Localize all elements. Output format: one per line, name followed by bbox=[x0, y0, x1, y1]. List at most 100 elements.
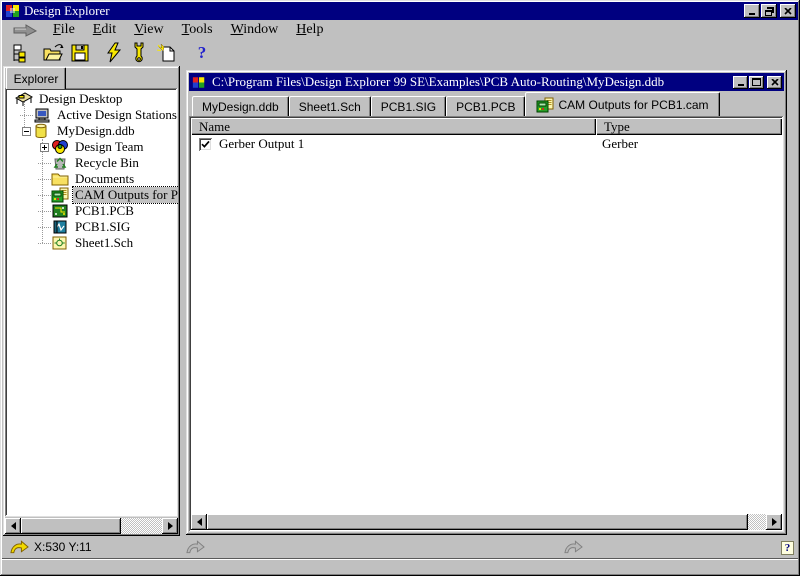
tree-hierarchy-icon bbox=[10, 43, 30, 63]
document-maximize-button[interactable] bbox=[749, 76, 764, 89]
row-name-label: Gerber Output 1 bbox=[219, 136, 304, 152]
document-tabs: MyDesign.ddb Sheet1.Sch PCB1.SIG PCB1.PCB CA… bbox=[189, 93, 784, 116]
toolbar-buttons: ? bbox=[2, 40, 798, 66]
design-desktop-icon bbox=[15, 91, 33, 107]
scroll-right-button[interactable] bbox=[766, 514, 782, 530]
tab-explorer[interactable]: Explorer bbox=[6, 67, 66, 89]
lightning-bolt-icon bbox=[104, 42, 124, 64]
tree-item-recycle-bin[interactable]: Recycle Bin bbox=[7, 155, 176, 171]
status-coordinates-panel: X:530 Y:11 bbox=[10, 540, 92, 554]
tree-item-label: PCB1.SIG bbox=[73, 219, 132, 235]
tree-item-pcb1-sig[interactable]: PCB1.SIG bbox=[7, 219, 176, 235]
explorer-panel-toggle-button[interactable] bbox=[8, 41, 32, 65]
document-minimize-button[interactable] bbox=[733, 76, 748, 89]
tab-label: PCB1.SIG bbox=[381, 100, 436, 114]
help-badge[interactable]: ? bbox=[781, 541, 794, 555]
scroll-thumb[interactable] bbox=[21, 518, 121, 534]
row-checkbox[interactable] bbox=[199, 138, 212, 151]
document-horizontal-scrollbar bbox=[191, 514, 782, 530]
document-title-bar: C:\Program Files\Design Explorer 99 SE\E… bbox=[189, 73, 784, 91]
restore-button[interactable] bbox=[761, 4, 777, 18]
menu-item-window[interactable]: Window bbox=[224, 22, 286, 38]
tree-item-documents[interactable]: Documents bbox=[7, 171, 176, 187]
pcb-document-icon bbox=[51, 203, 69, 219]
tree-connector bbox=[38, 203, 51, 219]
scroll-right-button[interactable] bbox=[162, 518, 178, 534]
document-tab-sheet1-sch[interactable]: Sheet1.Sch bbox=[289, 96, 371, 116]
tree-item-label: Recycle Bin bbox=[73, 155, 141, 171]
explorer-tree-box: Design DesktopActive Design StationsMyDe… bbox=[5, 88, 178, 517]
minimize-button[interactable] bbox=[744, 4, 760, 18]
tree-item-label: CAM Outputs for PC bbox=[73, 187, 178, 203]
toolbar: ? bbox=[2, 40, 798, 66]
row-name-cell: Gerber Output 1 bbox=[191, 136, 596, 152]
column-header-name[interactable]: Name bbox=[191, 118, 596, 135]
signal-document-icon bbox=[51, 219, 69, 235]
menu-item-view[interactable]: View bbox=[127, 22, 171, 38]
document-tab-pcb1-sig[interactable]: PCB1.SIG bbox=[371, 96, 446, 116]
tab-label: PCB1.PCB bbox=[456, 100, 515, 114]
menu-item-help[interactable]: Help bbox=[289, 22, 330, 38]
tree-connector bbox=[38, 155, 51, 171]
tree-item-sheet1-sch[interactable]: Sheet1.Sch bbox=[7, 235, 176, 251]
menu-item-edit[interactable]: Edit bbox=[86, 22, 123, 38]
floppy-disk-icon bbox=[70, 43, 90, 63]
tree-item-mydesign-ddb[interactable]: MyDesign.ddb bbox=[7, 123, 176, 139]
column-header-type-label: Type bbox=[604, 119, 630, 134]
document-tab-mydesign-ddb[interactable]: MyDesign.ddb bbox=[192, 96, 289, 116]
wrench-icon bbox=[132, 42, 148, 64]
tree-connector bbox=[38, 235, 51, 251]
help-button[interactable]: ? bbox=[190, 41, 214, 65]
column-header-type[interactable]: Type bbox=[596, 118, 782, 135]
schematic-document-icon bbox=[51, 235, 69, 251]
open-document-button[interactable] bbox=[42, 41, 66, 65]
scroll-left-button[interactable] bbox=[5, 518, 21, 534]
status-bar: X:530 Y:11 ? bbox=[2, 538, 798, 558]
document-content: Name Type Gerber Output 1 Gerber bbox=[189, 116, 784, 532]
bottom-strip bbox=[2, 558, 798, 574]
preferences-button[interactable] bbox=[128, 41, 152, 65]
explorer-horizontal-scrollbar bbox=[5, 518, 178, 534]
scroll-track[interactable] bbox=[121, 518, 162, 534]
tree-item-label: Design Desktop bbox=[37, 91, 124, 107]
table-row[interactable]: Gerber Output 1 Gerber bbox=[191, 135, 782, 153]
document-window: C:\Program Files\Design Explorer 99 SE\E… bbox=[186, 70, 787, 535]
scroll-thumb[interactable] bbox=[207, 514, 748, 530]
explorer-panel: Explorer Design DesktopActive Design Sta… bbox=[3, 66, 180, 536]
document-tab-pcb1-pcb[interactable]: PCB1.PCB bbox=[446, 96, 525, 116]
menu-item-file[interactable]: File bbox=[46, 22, 82, 38]
open-folder-icon bbox=[43, 43, 65, 63]
new-document-icon bbox=[156, 43, 176, 63]
menu-item-tools[interactable]: Tools bbox=[175, 22, 220, 38]
tree-item-design-team[interactable]: Design Team bbox=[7, 139, 176, 155]
row-type-cell: Gerber bbox=[596, 136, 782, 152]
tree-item-design-desktop[interactable]: Design Desktop bbox=[7, 91, 176, 107]
menu-bar-items: FileEditViewToolsWindowHelp bbox=[46, 22, 334, 38]
curved-arrow-icon bbox=[564, 540, 583, 554]
scroll-left-button[interactable] bbox=[191, 514, 207, 530]
menu-grip-arrow-icon[interactable] bbox=[12, 23, 38, 37]
design-explorer-window: { "colors": { "titlebar_bg": "#000080", … bbox=[0, 0, 800, 576]
tree-connector bbox=[20, 107, 33, 123]
tree-item-cam-outputs-for-pc[interactable]: CAM Outputs for PC bbox=[7, 187, 176, 203]
tree-item-active-design-stations[interactable]: Active Design Stations bbox=[7, 107, 176, 123]
close-button[interactable] bbox=[780, 4, 796, 18]
document-tab-cam-outputs-for-pcb1-cam[interactable]: CAM Outputs for PCB1.cam bbox=[525, 92, 719, 116]
tree-connector bbox=[38, 171, 51, 187]
document-close-button[interactable] bbox=[767, 76, 782, 89]
cam-outputs-icon bbox=[536, 97, 553, 112]
title-bar: Design Explorer bbox=[2, 2, 798, 20]
collapse-toggle-icon[interactable] bbox=[20, 123, 33, 139]
expand-toggle-icon[interactable] bbox=[38, 139, 51, 155]
scroll-track[interactable] bbox=[748, 514, 766, 530]
tree-connector bbox=[38, 187, 51, 203]
table-header: Name Type bbox=[191, 118, 782, 135]
curved-arrow-icon bbox=[186, 540, 205, 554]
tree-item-pcb1-pcb[interactable]: PCB1.PCB bbox=[7, 203, 176, 219]
tree-item-label: MyDesign.ddb bbox=[55, 123, 137, 139]
new-document-button[interactable] bbox=[154, 41, 178, 65]
run-button[interactable] bbox=[102, 41, 126, 65]
design-team-icon bbox=[51, 139, 69, 155]
tab-label: MyDesign.ddb bbox=[202, 100, 279, 114]
save-button[interactable] bbox=[68, 41, 92, 65]
